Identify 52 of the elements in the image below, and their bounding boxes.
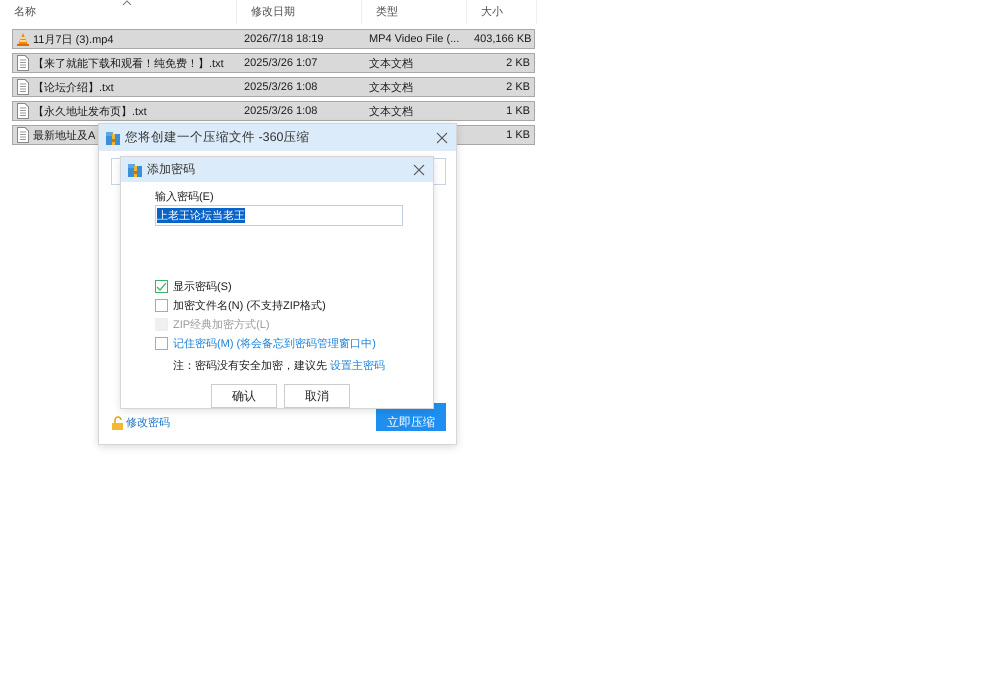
file-name: 【来了就能下载和观看！纯免费！】.txt (33, 56, 224, 70)
date-modified: 2025/3/26 1:08 (244, 81, 318, 93)
check-icon (156, 282, 167, 290)
file-name: 【永久地址发布页】.txt (33, 104, 147, 118)
file-size: 2 KB (506, 81, 530, 93)
file-name: 最新地址及A (33, 128, 96, 142)
dialog-button[interactable]: 确认 (211, 384, 277, 408)
file-size: 2 KB (506, 57, 530, 69)
option-label: ZIP经典加密方式(L) (173, 318, 270, 332)
file-size: 403,166 KB (474, 33, 532, 45)
change-password-link[interactable]: 修改密码 (126, 415, 170, 430)
checkbox[interactable] (155, 280, 168, 292)
archive-icon (127, 162, 143, 178)
file-row[interactable]: 【来了就能下载和观看！纯免费！】.txt 2025/3/26 1:07 文本文档 2 KB (12, 53, 535, 73)
password-field[interactable]: 上老王论坛当老王 (155, 205, 403, 226)
dialog-title: 添加密码 (147, 161, 196, 178)
file-row[interactable]: 【论坛介绍】.txt 2025/3/26 1:08 文本文档 2 KB (12, 77, 535, 97)
cone-icon (16, 32, 30, 46)
column-header[interactable]: 修改日期 (237, 0, 362, 24)
set-master-password-link[interactable]: 设置主密码 (330, 360, 386, 372)
document-icon (16, 127, 30, 143)
field-label: 输入密码(E) (155, 190, 215, 204)
close-icon[interactable] (413, 164, 425, 176)
file-type: 文本文档 (369, 82, 413, 94)
date-modified: 2025/3/26 1:08 (244, 105, 318, 117)
column-header[interactable]: 类型 (362, 0, 467, 24)
checkbox[interactable] (155, 336, 168, 350)
file-name: 11月7日 (3).mp4 (33, 32, 114, 46)
file-row[interactable]: 11月7日 (3).mp4 2026/7/18 18:19 MP4 Video File (... 403,166 KB (12, 29, 535, 49)
file-row[interactable]: 【永久地址发布页】.txt 2025/3/26 1:08 文本文档 1 KB (12, 101, 535, 121)
file-type: MP4 Video File (... (369, 33, 460, 45)
document-icon (16, 79, 30, 95)
archive-icon (105, 130, 121, 146)
checkbox[interactable] (155, 298, 168, 312)
file-type: 文本文档 (369, 106, 413, 118)
file-size: 1 KB (506, 105, 530, 117)
file-size: 1 KB (506, 129, 530, 141)
note-text: 注：密码没有安全加密，建议先 设置主密码 (173, 358, 386, 373)
column-header[interactable]: 大小 (467, 0, 537, 24)
lock-icon (111, 416, 124, 430)
option-label: 加密文件名(N) (不支持ZIP格式) (173, 298, 326, 312)
window-title: 您将创建一个压缩文件 -360压缩 (125, 129, 310, 146)
document-icon (16, 103, 30, 119)
date-modified: 2025/3/26 1:07 (244, 57, 318, 69)
column-header[interactable]: 名称 (0, 0, 237, 24)
option-label: 显示密码(S) (173, 280, 232, 294)
file-name: 【论坛介绍】.txt (33, 80, 114, 94)
dialog-button[interactable]: 取消 (284, 384, 350, 408)
close-icon[interactable] (436, 132, 448, 144)
date-modified: 2026/7/18 18:19 (244, 33, 324, 45)
document-icon (16, 55, 30, 71)
file-type: 文本文档 (369, 58, 413, 70)
